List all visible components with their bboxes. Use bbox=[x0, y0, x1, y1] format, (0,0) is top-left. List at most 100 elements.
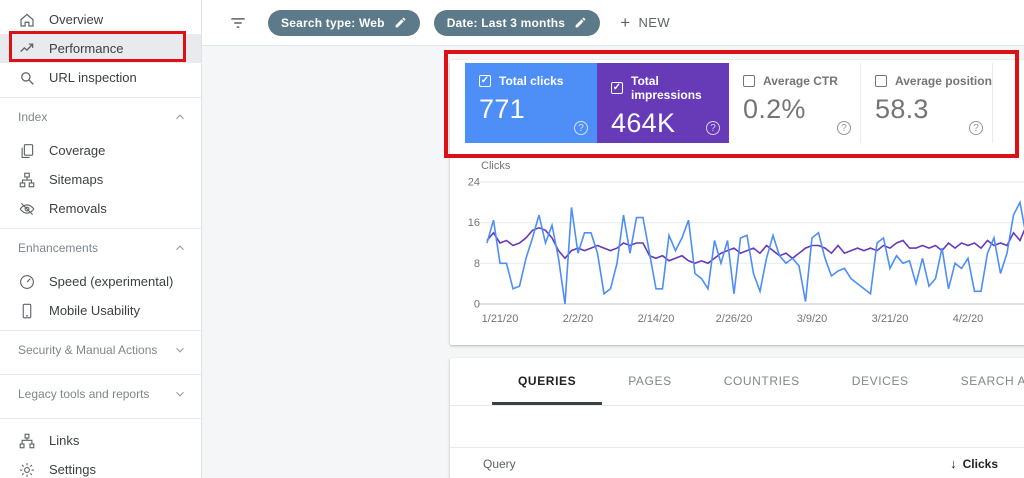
settings-icon bbox=[18, 461, 36, 478]
sidebar-item-coverage[interactable]: Coverage bbox=[0, 136, 201, 165]
chevron-up-icon[interactable] bbox=[173, 241, 187, 255]
speed-icon bbox=[18, 273, 36, 291]
performance-chart: 0816241/21/202/2/202/14/202/26/203/9/203… bbox=[450, 174, 1024, 334]
chevron-up-icon[interactable] bbox=[173, 110, 187, 124]
sidebar-section-label: Enhancements bbox=[18, 241, 98, 255]
edit-pencil-icon bbox=[574, 16, 587, 29]
checkbox-checked-icon[interactable]: ✓ bbox=[479, 75, 491, 87]
sidebar-item-performance[interactable]: Performance bbox=[0, 34, 201, 63]
checkbox-checked-icon[interactable]: ✓ bbox=[611, 82, 623, 94]
tab-devices[interactable]: DEVICES bbox=[826, 358, 935, 405]
sidebar-item-mobile-usability[interactable]: Mobile Usability bbox=[0, 296, 201, 325]
summary-card-average-position[interactable]: Average position58.3? bbox=[861, 63, 993, 143]
card-label-row: ✓ Total clicks bbox=[479, 74, 597, 88]
y-axis-tick-label: 8 bbox=[474, 258, 480, 270]
sidebar-item-label: Overview bbox=[49, 12, 103, 27]
query-column-header[interactable]: Query bbox=[483, 457, 516, 471]
links-icon bbox=[18, 432, 36, 450]
filter-row-spacer bbox=[450, 406, 1024, 447]
sitemaps-icon bbox=[18, 171, 36, 189]
sidebar-item-sitemaps[interactable]: Sitemaps bbox=[0, 165, 201, 194]
x-axis-tick-label: 2/14/20 bbox=[638, 313, 675, 325]
sidebar: Overview Performance URL inspection Index Co… bbox=[0, 0, 202, 478]
sidebar-item-links[interactable]: Links bbox=[0, 426, 201, 455]
sidebar-item-overview[interactable]: Overview bbox=[0, 5, 201, 34]
sidebar-item-settings[interactable]: Settings bbox=[0, 455, 201, 478]
card-label: Total impressions bbox=[631, 74, 729, 102]
chart-axis-title: Clicks bbox=[481, 160, 510, 172]
date-range-chip-label: Date: Last 3 months bbox=[447, 16, 566, 30]
tab-queries[interactable]: QUERIES bbox=[492, 358, 602, 405]
sidebar-section-label: Security & Manual Actions bbox=[18, 343, 157, 357]
card-label: Total clicks bbox=[499, 74, 563, 88]
date-range-chip[interactable]: Date: Last 3 months bbox=[434, 10, 601, 36]
sidebar-section-index[interactable]: Index bbox=[0, 98, 201, 136]
toolbar: Search type: Web Date: Last 3 months + N… bbox=[202, 0, 1024, 46]
x-axis-tick-label: 3/9/20 bbox=[797, 313, 828, 325]
help-icon[interactable]: ? bbox=[969, 121, 983, 135]
chevron-down-icon[interactable] bbox=[173, 343, 187, 357]
summary-cards-row: ✓Total clicks771?✓Total impressions464K?… bbox=[450, 60, 1024, 143]
clicks-impressions-chart: 0816241/21/202/2/202/14/202/26/203/9/203… bbox=[450, 174, 1024, 334]
x-axis-tick-label: 1/21/20 bbox=[482, 313, 519, 325]
card-label-row: Average CTR bbox=[743, 74, 860, 88]
filter-icon[interactable] bbox=[228, 13, 248, 33]
search-type-chip-label: Search type: Web bbox=[281, 16, 385, 30]
card-label-row: ✓ Total impressions bbox=[611, 74, 729, 102]
help-icon[interactable]: ? bbox=[706, 121, 720, 135]
sidebar-section-security-manual-actions[interactable]: Security & Manual Actions bbox=[0, 331, 201, 369]
sidebar-item-label: Coverage bbox=[49, 143, 105, 158]
sidebar-item-url-inspection[interactable]: URL inspection bbox=[0, 63, 201, 92]
card-label: Average CTR bbox=[763, 74, 838, 88]
y-axis-tick-label: 16 bbox=[468, 217, 480, 229]
chevron-down-icon[interactable] bbox=[173, 387, 187, 401]
tab-pages[interactable]: PAGES bbox=[602, 358, 697, 405]
sidebar-item-removals[interactable]: Removals bbox=[0, 194, 201, 223]
dimensions-panel: QUERIESPAGESCOUNTRIESDEVICESSEARCH APPEA… bbox=[450, 358, 1024, 478]
sidebar-section-enhancements[interactable]: Enhancements bbox=[0, 229, 201, 267]
main-content: Search type: Web Date: Last 3 months + N… bbox=[202, 0, 1024, 478]
sort-descending-icon: ↓ bbox=[950, 456, 957, 471]
help-icon[interactable]: ? bbox=[837, 121, 851, 135]
x-axis-tick-label: 4/2/20 bbox=[953, 313, 984, 325]
tab-search-appearance[interactable]: SEARCH APPEARANCE bbox=[935, 358, 1024, 405]
home-icon bbox=[18, 11, 36, 29]
help-icon[interactable]: ? bbox=[574, 121, 588, 135]
clicks-column-header[interactable]: ↓ Clicks bbox=[950, 456, 998, 471]
performance-icon bbox=[18, 40, 36, 58]
sidebar-section-label: Index bbox=[18, 110, 47, 124]
mobile-icon bbox=[18, 302, 36, 320]
summary-card-average-ctr[interactable]: Average CTR0.2%? bbox=[729, 63, 861, 143]
search-icon bbox=[18, 69, 36, 87]
summary-card-total-impressions[interactable]: ✓Total impressions464K? bbox=[597, 63, 729, 143]
sidebar-item-speed-experimental[interactable]: Speed (experimental) bbox=[0, 267, 201, 296]
sidebar-item-label: Mobile Usability bbox=[49, 303, 140, 318]
new-filter-label: NEW bbox=[639, 15, 671, 30]
tab-countries[interactable]: COUNTRIES bbox=[698, 358, 826, 405]
summary-card-total-clicks[interactable]: ✓Total clicks771? bbox=[465, 63, 597, 143]
coverage-icon bbox=[18, 142, 36, 160]
sidebar-item-label: Performance bbox=[49, 41, 123, 56]
checkbox-unchecked-icon[interactable] bbox=[743, 75, 755, 87]
sidebar-section-label: Legacy tools and reports bbox=[18, 387, 149, 401]
card-label-row: Average position bbox=[875, 74, 992, 88]
sidebar-item-label: Links bbox=[49, 433, 79, 448]
x-axis-tick-label: 2/2/20 bbox=[563, 313, 594, 325]
y-axis-tick-label: 0 bbox=[474, 299, 480, 311]
clicks-column-label: Clicks bbox=[963, 457, 998, 471]
performance-summary-panel: ✓Total clicks771?✓Total impressions464K?… bbox=[450, 60, 1024, 345]
checkbox-unchecked-icon[interactable] bbox=[875, 75, 887, 87]
removals-icon bbox=[18, 200, 36, 218]
sidebar-item-label: Speed (experimental) bbox=[49, 274, 173, 289]
sidebar-section-legacy-tools-and-reports[interactable]: Legacy tools and reports bbox=[0, 375, 201, 413]
dimension-tabs: QUERIESPAGESCOUNTRIESDEVICESSEARCH APPEA… bbox=[450, 358, 1024, 406]
total-clicks-line bbox=[487, 202, 1024, 304]
sidebar-item-label: URL inspection bbox=[49, 70, 137, 85]
search-type-chip[interactable]: Search type: Web bbox=[268, 10, 420, 36]
table-header-row: Query ↓ Clicks bbox=[450, 447, 1024, 478]
sidebar-item-label: Settings bbox=[49, 462, 96, 477]
x-axis-tick-label: 2/26/20 bbox=[716, 313, 753, 325]
sidebar-divider bbox=[0, 418, 201, 419]
sidebar-item-label: Removals bbox=[49, 201, 107, 216]
new-filter-button[interactable]: + NEW bbox=[620, 14, 670, 31]
